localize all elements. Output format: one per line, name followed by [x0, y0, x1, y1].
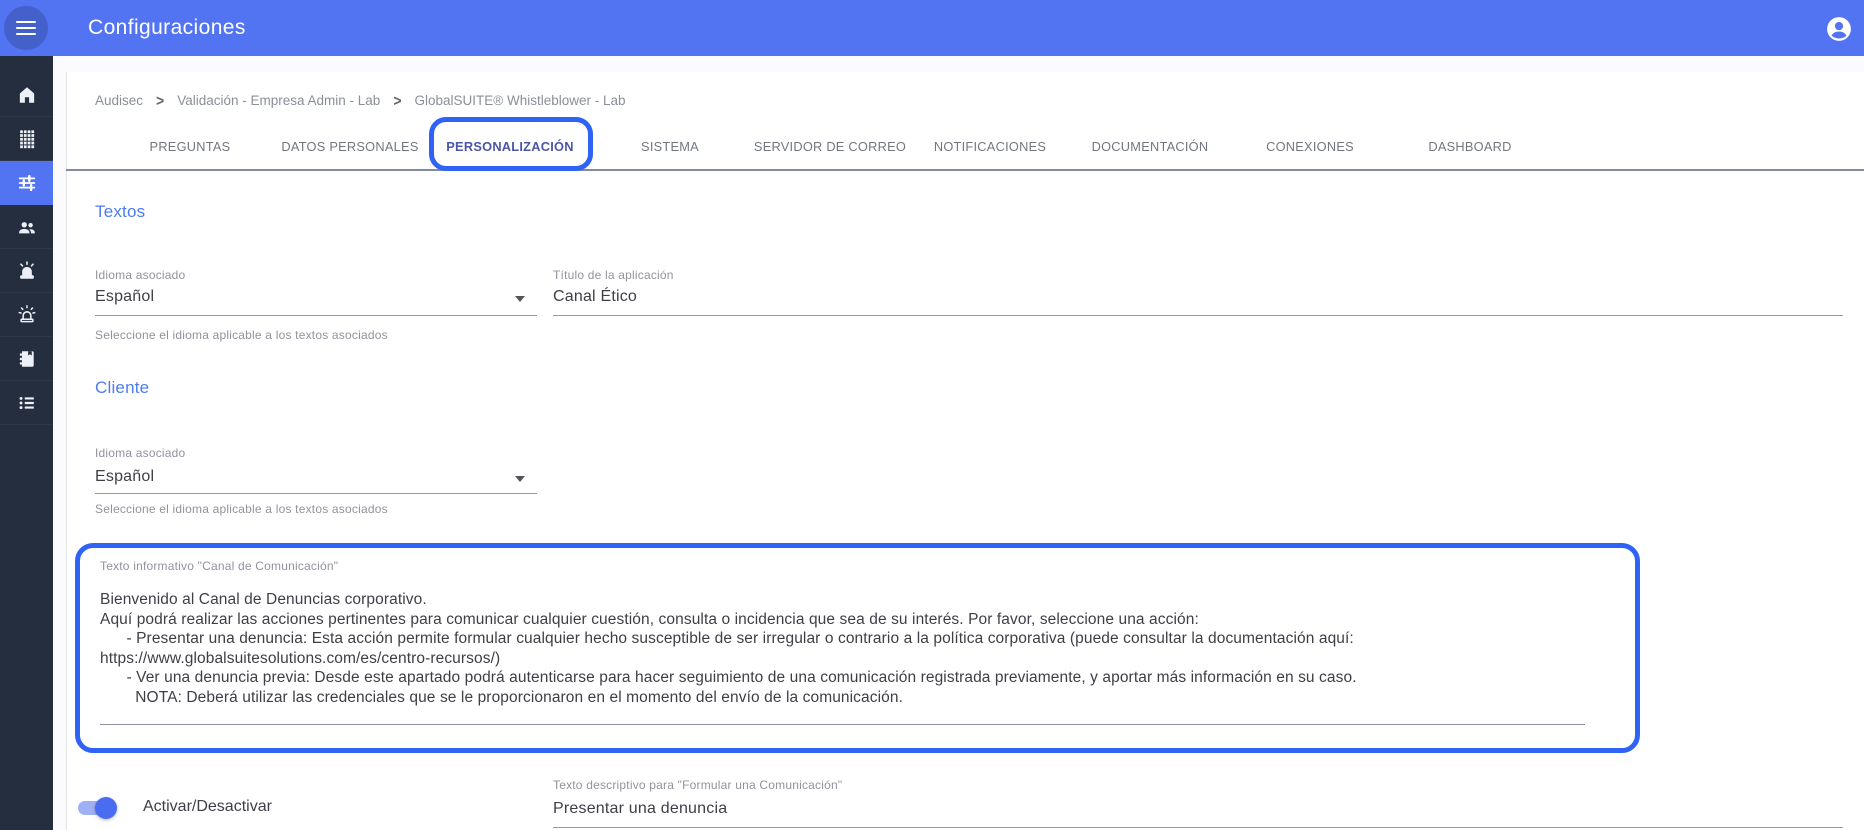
people-icon: [16, 216, 38, 238]
tab-servidor-de-correo[interactable]: SERVIDOR DE CORREO: [750, 122, 910, 170]
page-title: Configuraciones: [88, 0, 246, 56]
tabs-divider: [66, 169, 1864, 171]
home-icon: [16, 84, 38, 106]
toggle-thumb: [95, 797, 117, 819]
sidebar-item-home[interactable]: [0, 73, 53, 117]
breadcrumb-item-company[interactable]: Validación - Empresa Admin - Lab: [177, 93, 380, 108]
tab-dashboard[interactable]: DASHBOARD: [1390, 122, 1550, 170]
textarea-underline: [100, 724, 1585, 725]
chevron-right-icon: >: [393, 91, 401, 109]
section-heading-cliente: Cliente: [95, 378, 149, 398]
sidebar-nav: [0, 56, 53, 830]
configurations-page: Configuraciones: [0, 0, 1864, 830]
sidebar-item-lists[interactable]: [0, 381, 53, 425]
list-icon: [16, 392, 38, 414]
input-value: Presentar una denuncia: [553, 800, 727, 818]
account-button[interactable]: [1826, 16, 1852, 42]
building-icon: [16, 128, 38, 150]
sidebar-item-company[interactable]: [0, 117, 53, 161]
tab-datos-personales[interactable]: DATOS PERSONALES: [270, 122, 430, 170]
sliders-icon: [16, 172, 38, 194]
field-label: Idioma asociado: [95, 446, 185, 460]
field-label: Texto descriptivo para "Formular una Com…: [553, 778, 842, 792]
info-text-highlight-ring: Texto informativo "Canal de Comunicación…: [75, 543, 1640, 753]
select-value: Español: [95, 288, 154, 306]
siren-outline-icon: [16, 304, 38, 326]
siren-filled-icon: [16, 260, 38, 282]
chevron-down-icon[interactable]: [515, 296, 525, 302]
tab-bar: PREGUNTAS DATOS PERSONALES PERSONALIZACI…: [110, 122, 1550, 170]
hamburger-icon: [16, 17, 36, 39]
hamburger-menu-button[interactable]: [4, 6, 48, 50]
tab-notificaciones[interactable]: NOTIFICACIONES: [910, 122, 1070, 170]
select-value: Español: [95, 468, 154, 486]
info-textarea[interactable]: Bienvenido al Canal de Denuncias corpora…: [100, 590, 1600, 708]
sidebar-item-alerts[interactable]: [0, 249, 53, 293]
field-label: Idioma asociado: [95, 268, 185, 282]
tab-conexiones[interactable]: CONEXIONES: [1230, 122, 1390, 170]
section-heading-textos: Textos: [95, 202, 145, 222]
account-circle-icon: [1826, 16, 1852, 42]
field-label: Texto informativo "Canal de Comunicación…: [100, 559, 338, 573]
app-header: Configuraciones: [0, 0, 1864, 56]
main-content: Audisec > Validación - Empresa Admin - L…: [53, 56, 1864, 830]
input-underline: [553, 827, 1843, 828]
chevron-down-icon[interactable]: [515, 476, 525, 482]
tab-documentacion[interactable]: DOCUMENTACIÓN: [1070, 122, 1230, 170]
sidebar-item-documentation[interactable]: [0, 337, 53, 381]
field-label: Título de la aplicación: [553, 268, 674, 282]
sidebar-item-incidents[interactable]: [0, 293, 53, 337]
chevron-right-icon: >: [156, 91, 164, 109]
notebook-icon: [16, 348, 38, 370]
input-underline: [95, 315, 537, 316]
breadcrumb: Audisec > Validación - Empresa Admin - L…: [95, 92, 626, 108]
tab-preguntas[interactable]: PREGUNTAS: [110, 122, 270, 170]
input-underline: [553, 315, 1843, 316]
sidebar-item-settings[interactable]: [0, 161, 53, 205]
field-helper: Seleccione el idioma aplicable a los tex…: [95, 502, 388, 516]
breadcrumb-item-audisec[interactable]: Audisec: [95, 93, 143, 108]
input-underline: [95, 493, 537, 494]
activate-toggle[interactable]: [78, 801, 114, 815]
toggle-label: Activar/Desactivar: [143, 798, 272, 816]
tab-sistema[interactable]: SISTEMA: [590, 122, 750, 170]
content-card-left-border: [66, 72, 67, 830]
input-value: Canal Ético: [553, 288, 637, 306]
breadcrumb-item-module[interactable]: GlobalSUITE® Whistleblower - Lab: [415, 93, 626, 108]
sidebar-item-users[interactable]: [0, 205, 53, 249]
tab-personalizacion[interactable]: PERSONALIZACIÓN: [430, 122, 590, 170]
field-helper: Seleccione el idioma aplicable a los tex…: [95, 328, 388, 342]
